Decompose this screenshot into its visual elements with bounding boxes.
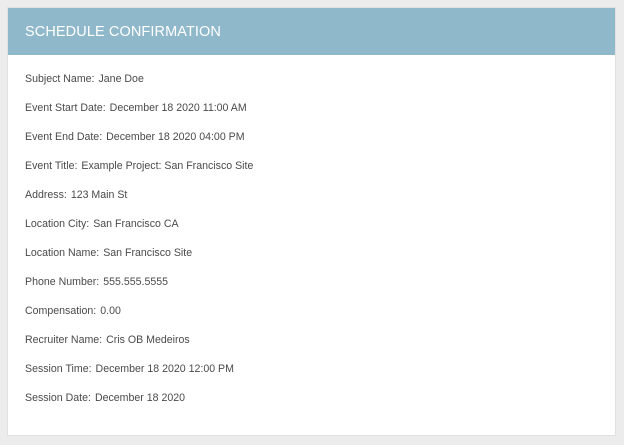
detail-label: Address:	[25, 189, 67, 201]
detail-label: Session Date:	[25, 392, 91, 404]
detail-value: San Francisco Site	[103, 247, 193, 259]
detail-label: Recruiter Name:	[25, 334, 103, 346]
detail-value: 0.00	[100, 305, 121, 317]
detail-row-session-time: Session Time: December 18 2020 12:00 PM	[25, 355, 615, 384]
detail-value: Cris OB Medeiros	[106, 334, 190, 346]
detail-label: Location City:	[25, 218, 90, 230]
detail-value: December 18 2020 12:00 PM	[95, 363, 234, 375]
detail-label: Subject Name:	[25, 73, 95, 85]
detail-label: Event End Date:	[25, 131, 103, 143]
detail-label: Session Time:	[25, 363, 92, 375]
detail-value: December 18 2020	[94, 392, 186, 404]
detail-label: Event Title:	[25, 160, 78, 172]
detail-value: 123 Main St	[70, 189, 128, 201]
card-header: SCHEDULE CONFIRMATION	[8, 8, 615, 55]
detail-row-event-start-date: Event Start Date: December 18 2020 11:00 …	[25, 94, 615, 123]
detail-label: Event Start Date:	[25, 102, 106, 114]
detail-row-compensation: Compensation: 0.00	[25, 297, 615, 326]
detail-row-location-name: Location Name: San Francisco Site	[25, 239, 615, 268]
schedule-confirmation-card: SCHEDULE CONFIRMATION Subject Name: Jane …	[7, 7, 616, 436]
detail-value: San Francisco CA	[93, 218, 179, 230]
detail-label: Location Name:	[25, 247, 100, 259]
detail-value: Jane Doe	[98, 73, 144, 85]
detail-value: Example Project: San Francisco Site	[81, 160, 254, 172]
detail-value: December 18 2020 04:00 PM	[106, 131, 245, 143]
detail-row-phone-number: Phone Number: 555.555.5555	[25, 268, 615, 297]
detail-value: 555.555.5555	[103, 276, 169, 288]
detail-value: December 18 2020 11:00 AM	[109, 102, 247, 114]
details-list: Subject Name: Jane Doe Event Start Date: D…	[8, 55, 615, 413]
detail-row-session-date: Session Date: December 18 2020	[25, 384, 615, 413]
detail-label: Compensation:	[25, 305, 97, 317]
card-title: SCHEDULE CONFIRMATION	[25, 23, 221, 40]
detail-row-subject-name: Subject Name: Jane Doe	[25, 65, 615, 94]
detail-row-location-city: Location City: San Francisco CA	[25, 210, 615, 239]
detail-label: Phone Number:	[25, 276, 100, 288]
detail-row-event-title: Event Title: Example Project: San Francis…	[25, 152, 615, 181]
detail-row-event-end-date: Event End Date: December 18 2020 04:00 PM	[25, 123, 615, 152]
detail-row-recruiter-name: Recruiter Name: Cris OB Medeiros	[25, 326, 615, 355]
detail-row-address: Address: 123 Main St	[25, 181, 615, 210]
